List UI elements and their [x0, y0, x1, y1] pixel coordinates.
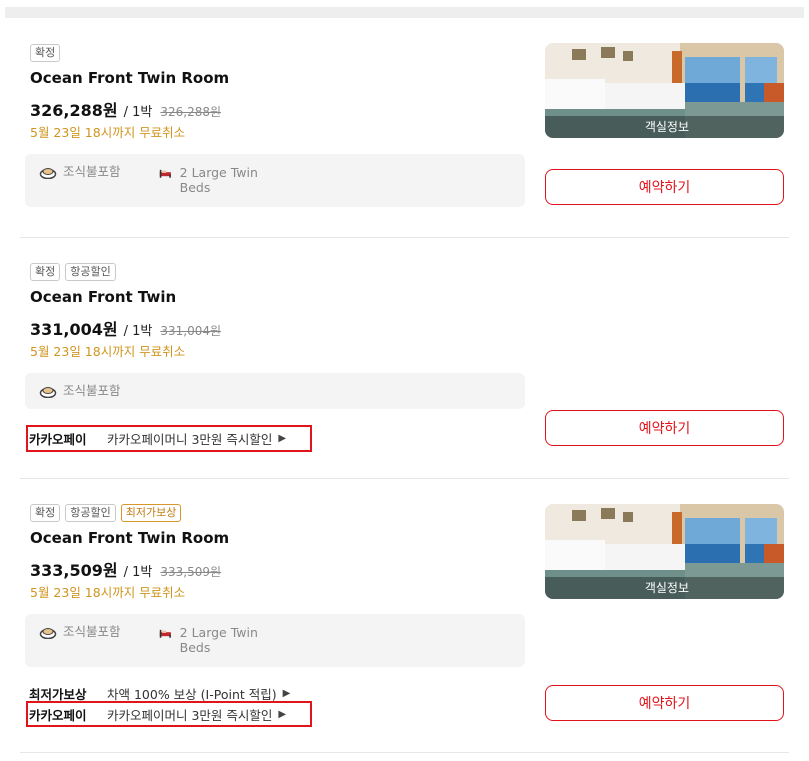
- promo-label: 최저가보상: [29, 686, 87, 702]
- arrow-right-icon: ▶: [282, 687, 291, 699]
- amenity-breakfast: 조식불포함: [39, 624, 121, 639]
- breakfast-label: 조식불포함: [63, 624, 121, 639]
- book-button[interactable]: 예약하기: [545, 410, 784, 446]
- promo-desc: 카카오페이머니 3만원 즉시할인: [107, 707, 273, 723]
- amenity-breakfast: 조식불포함: [39, 164, 121, 179]
- amenity-box: 조식불포함 2 Large Twin Beds: [25, 154, 525, 207]
- bed-icon: [159, 629, 171, 638]
- bed-label: 2 Large Twin Beds: [179, 625, 258, 655]
- arrow-right-icon: ▶: [278, 708, 287, 720]
- bed-icon: [159, 169, 171, 178]
- promo-desc: 차액 100% 보상 (I-Point 적립): [107, 686, 277, 702]
- badge-confirmed: 확정: [30, 504, 61, 522]
- card-divider: [20, 752, 789, 753]
- room-info-label: 객실정보: [545, 116, 784, 138]
- bed-label: 2 Large Twin Beds: [179, 165, 258, 195]
- promo-desc: 카카오페이머니 3만원 즉시할인: [107, 432, 273, 447]
- amenity-breakfast: 조식불포함: [39, 383, 121, 398]
- room-image[interactable]: 객실정보: [545, 43, 784, 138]
- breakfast-icon: [39, 168, 57, 179]
- breakfast-label: 조식불포함: [63, 383, 121, 398]
- card-divider: [20, 478, 789, 479]
- amenity-box: 조식불포함: [25, 373, 525, 409]
- price: 331,004원: [30, 320, 118, 339]
- badge-lowest-price: 최저가보상: [120, 504, 182, 522]
- promo-label: 카카오페이: [29, 432, 87, 447]
- room-image[interactable]: 객실정보: [545, 504, 784, 599]
- free-cancel-text: 5월 23일 18시까지 무료취소: [30, 125, 186, 140]
- breakfast-label: 조식불포함: [63, 164, 121, 179]
- promo-kakaopay[interactable]: 카카오페이 카카오페이머니 3만원 즉시할인 ▶: [26, 701, 312, 727]
- badge-air-discount: 항공할인: [65, 263, 116, 281]
- room-info-label: 객실정보: [545, 577, 784, 599]
- amenity-box: 조식불포함 2 Large Twin Beds: [25, 614, 525, 667]
- original-price: 326,288원: [160, 105, 222, 119]
- free-cancel-text: 5월 23일 18시까지 무료취소: [30, 344, 186, 359]
- price: 326,288원: [30, 101, 118, 120]
- card-divider: [20, 237, 789, 238]
- top-separator: [5, 7, 804, 18]
- badge-list: 확정 항공할인: [30, 263, 116, 281]
- per-night: / 1박: [123, 324, 153, 339]
- book-button[interactable]: 예약하기: [545, 685, 784, 721]
- amenity-beds: 2 Large Twin Beds: [159, 165, 269, 195]
- room-name: Ocean Front Twin Room: [30, 529, 230, 547]
- book-button[interactable]: 예약하기: [545, 169, 784, 205]
- per-night: / 1박: [123, 565, 153, 580]
- price-line: 333,509원 / 1박 333,509원: [30, 557, 221, 581]
- badge-confirmed: 확정: [30, 263, 61, 281]
- badge-air-discount: 항공할인: [65, 504, 116, 522]
- per-night: / 1박: [123, 105, 153, 120]
- original-price: 331,004원: [160, 324, 222, 338]
- breakfast-icon: [39, 628, 57, 639]
- amenity-beds: 2 Large Twin Beds: [159, 625, 269, 655]
- badge-list: 확정 항공할인 최저가보상: [30, 504, 182, 522]
- promo-lowest-price[interactable]: 최저가보상 차액 100% 보상 (I-Point 적립) ▶: [29, 684, 329, 702]
- arrow-right-icon: ▶: [278, 433, 287, 444]
- promo-kakaopay[interactable]: 카카오페이 카카오페이머니 3만원 즉시할인 ▶: [26, 425, 312, 452]
- promo-label: 카카오페이: [29, 707, 87, 723]
- price-line: 331,004원 / 1박 331,004원: [30, 316, 221, 340]
- badge-list: 확정: [30, 44, 61, 62]
- breakfast-icon: [39, 387, 57, 398]
- room-name: Ocean Front Twin: [30, 288, 177, 306]
- free-cancel-text: 5월 23일 18시까지 무료취소: [30, 585, 186, 600]
- badge-confirmed: 확정: [30, 44, 61, 62]
- original-price: 333,509원: [160, 565, 222, 579]
- price-line: 326,288원 / 1박 326,288원: [30, 97, 221, 121]
- room-name: Ocean Front Twin Room: [30, 69, 230, 87]
- price: 333,509원: [30, 561, 118, 580]
